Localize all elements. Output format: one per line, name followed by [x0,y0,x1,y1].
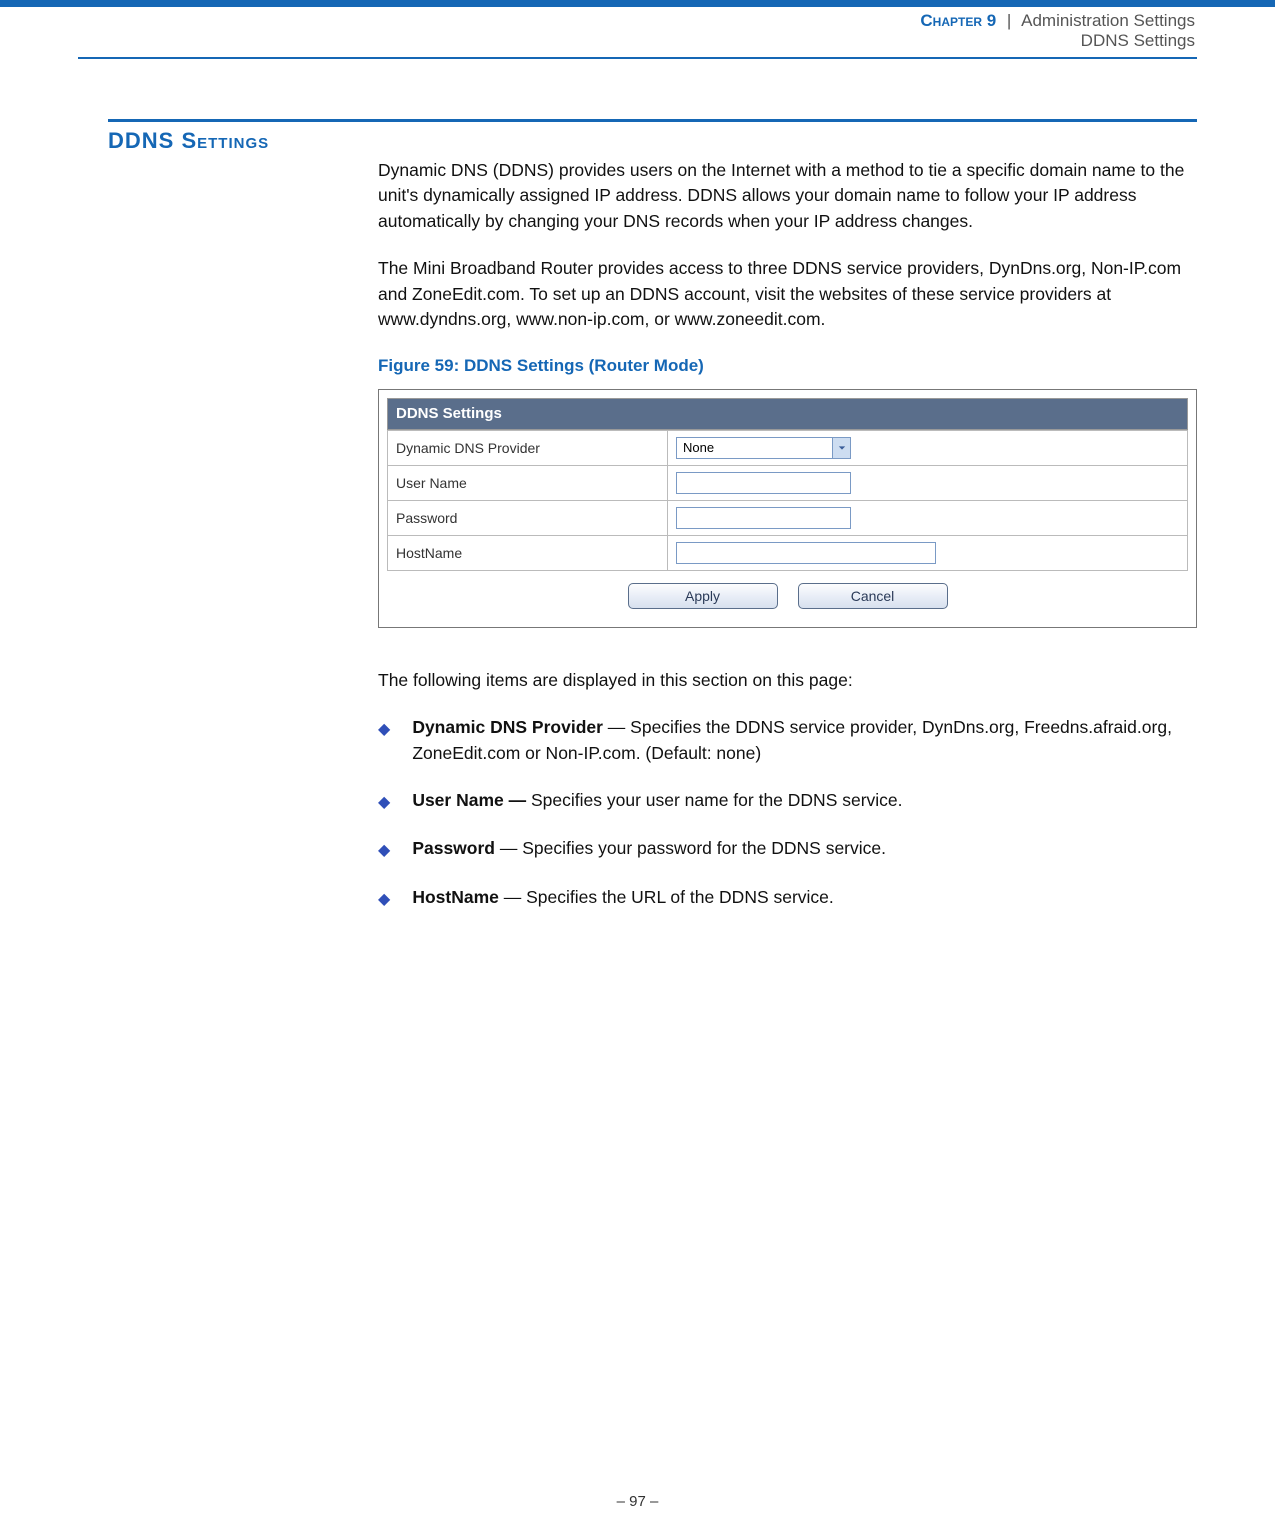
figure-ddns-settings: DDNS Settings Dynamic DNS Provider None [378,389,1197,628]
list-item: ◆ Password — Specifies your password for… [378,836,1197,862]
item-term: Password [412,838,495,858]
page-footer: – 97 – [0,1493,1275,1510]
section-rule [108,119,1197,122]
diamond-bullet-icon: ◆ [378,839,390,862]
label-username: User Name [388,466,668,501]
page-header: Chapter 9 | Administration Settings DDNS… [0,7,1275,51]
hostname-input[interactable] [676,542,936,564]
item-sep: — [499,887,526,907]
diamond-bullet-icon: ◆ [378,888,390,911]
provider-select-value: None [677,439,832,458]
panel-title: DDNS Settings [387,398,1188,430]
chevron-down-icon [832,438,850,458]
intro-paragraph-2: The Mini Broadband Router provides acces… [378,256,1197,332]
top-accent-bar [0,0,1275,7]
item-sep: — [603,717,630,737]
cancel-button[interactable]: Cancel [798,583,948,609]
list-item: ◆ User Name — Specifies your user name f… [378,788,1197,814]
password-input[interactable] [676,507,851,529]
header-subtitle: DDNS Settings [0,31,1195,51]
item-desc: Specifies your password for the DDNS ser… [522,838,886,858]
username-input[interactable] [676,472,851,494]
figure-caption: Figure 59: DDNS Settings (Router Mode) [378,354,1197,379]
label-hostname: HostName [388,536,668,571]
header-separator: | [1007,11,1011,30]
chapter-label: Chapter 9 [920,11,996,30]
item-list: ◆ Dynamic DNS Provider — Specifies the D… [378,715,1197,910]
section-heading: DDNS Settings [78,128,378,154]
list-intro: The following items are displayed in thi… [378,668,1197,693]
chapter-title: Administration Settings [1021,11,1195,30]
row-provider: Dynamic DNS Provider None [388,430,1188,465]
label-password: Password [388,501,668,536]
provider-select[interactable]: None [676,437,851,459]
intro-paragraph-1: Dynamic DNS (DDNS) provides users on the… [378,158,1197,234]
item-term: HostName [412,887,499,907]
diamond-bullet-icon: ◆ [378,791,390,814]
item-sep: — [495,838,522,858]
item-desc: Specifies your user name for the DDNS se… [531,790,903,810]
item-term: User Name — [412,790,531,810]
item-term: Dynamic DNS Provider [412,717,603,737]
row-username: User Name [388,466,1188,501]
row-hostname: HostName [388,536,1188,571]
settings-table: Dynamic DNS Provider None User Name [387,430,1188,571]
list-item: ◆ HostName — Specifies the URL of the DD… [378,885,1197,911]
row-password: Password [388,501,1188,536]
apply-button[interactable]: Apply [628,583,778,609]
list-item: ◆ Dynamic DNS Provider — Specifies the D… [378,715,1197,766]
label-provider: Dynamic DNS Provider [388,430,668,465]
item-desc: Specifies the URL of the DDNS service. [526,887,834,907]
diamond-bullet-icon: ◆ [378,718,390,766]
